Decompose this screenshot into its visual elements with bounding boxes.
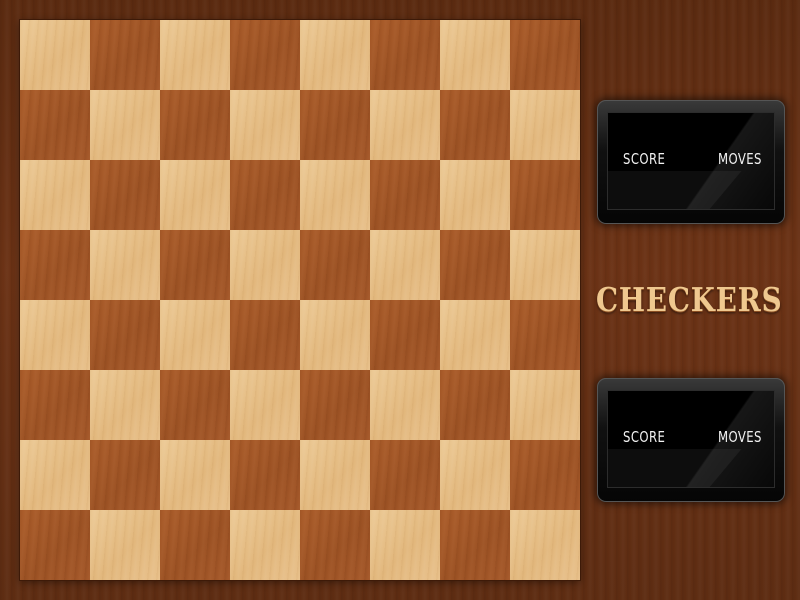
board-square-g5[interactable] — [440, 230, 510, 300]
board-square-b3[interactable] — [90, 370, 160, 440]
board-square-d7[interactable] — [230, 90, 300, 160]
score-panel-top: SCORE MOVES — [597, 100, 785, 224]
board-square-a2[interactable] — [20, 440, 90, 510]
board-square-g3[interactable] — [440, 370, 510, 440]
board-square-h4[interactable] — [510, 300, 580, 370]
board-square-e2[interactable] — [300, 440, 370, 510]
game-title: CHECKERS — [596, 280, 783, 319]
board-square-f6[interactable] — [370, 160, 440, 230]
board-square-c1[interactable] — [160, 510, 230, 580]
board-square-c3[interactable] — [160, 370, 230, 440]
board-square-e6[interactable] — [300, 160, 370, 230]
checkers-board — [20, 20, 580, 580]
score-screen-bottom: SCORE MOVES — [607, 390, 775, 488]
board-square-b5[interactable] — [90, 230, 160, 300]
board-square-a1[interactable] — [20, 510, 90, 580]
board-square-d8[interactable] — [230, 20, 300, 90]
board-square-d3[interactable] — [230, 370, 300, 440]
board-square-h6[interactable] — [510, 160, 580, 230]
board-square-h1[interactable] — [510, 510, 580, 580]
board-square-b2[interactable] — [90, 440, 160, 510]
board-square-g8[interactable] — [440, 20, 510, 90]
board-square-f3[interactable] — [370, 370, 440, 440]
board-square-f2[interactable] — [370, 440, 440, 510]
board-square-c5[interactable] — [160, 230, 230, 300]
board-square-c4[interactable] — [160, 300, 230, 370]
board-square-h5[interactable] — [510, 230, 580, 300]
board-square-a5[interactable] — [20, 230, 90, 300]
board-square-g7[interactable] — [440, 90, 510, 160]
moves-label: MOVES — [718, 428, 762, 446]
board-square-a7[interactable] — [20, 90, 90, 160]
board-square-e5[interactable] — [300, 230, 370, 300]
board-square-a6[interactable] — [20, 160, 90, 230]
board-square-e4[interactable] — [300, 300, 370, 370]
board-square-b4[interactable] — [90, 300, 160, 370]
board-square-d1[interactable] — [230, 510, 300, 580]
board-square-f1[interactable] — [370, 510, 440, 580]
board-square-c7[interactable] — [160, 90, 230, 160]
board-square-a8[interactable] — [20, 20, 90, 90]
board-square-h3[interactable] — [510, 370, 580, 440]
screen-glare — [608, 171, 742, 209]
moves-label: MOVES — [718, 150, 762, 168]
board-square-c8[interactable] — [160, 20, 230, 90]
board-square-e7[interactable] — [300, 90, 370, 160]
screen-glare — [608, 449, 742, 487]
board-square-b1[interactable] — [90, 510, 160, 580]
score-label: SCORE — [623, 428, 666, 446]
board-square-g1[interactable] — [440, 510, 510, 580]
board-square-b7[interactable] — [90, 90, 160, 160]
board-square-e8[interactable] — [300, 20, 370, 90]
board-square-d4[interactable] — [230, 300, 300, 370]
board-square-e3[interactable] — [300, 370, 370, 440]
board-square-h8[interactable] — [510, 20, 580, 90]
board-square-g4[interactable] — [440, 300, 510, 370]
board-square-a3[interactable] — [20, 370, 90, 440]
board-square-h7[interactable] — [510, 90, 580, 160]
board-square-g6[interactable] — [440, 160, 510, 230]
score-label: SCORE — [623, 150, 666, 168]
board-square-g2[interactable] — [440, 440, 510, 510]
board-square-b6[interactable] — [90, 160, 160, 230]
board-square-h2[interactable] — [510, 440, 580, 510]
board-square-d5[interactable] — [230, 230, 300, 300]
board-square-b8[interactable] — [90, 20, 160, 90]
board-square-f7[interactable] — [370, 90, 440, 160]
score-panel-bottom: SCORE MOVES — [597, 378, 785, 502]
board-square-d2[interactable] — [230, 440, 300, 510]
board-square-f5[interactable] — [370, 230, 440, 300]
board-square-f8[interactable] — [370, 20, 440, 90]
board-square-a4[interactable] — [20, 300, 90, 370]
board-square-d6[interactable] — [230, 160, 300, 230]
board-square-e1[interactable] — [300, 510, 370, 580]
score-screen-top: SCORE MOVES — [607, 112, 775, 210]
board-square-f4[interactable] — [370, 300, 440, 370]
board-square-c2[interactable] — [160, 440, 230, 510]
board-square-c6[interactable] — [160, 160, 230, 230]
